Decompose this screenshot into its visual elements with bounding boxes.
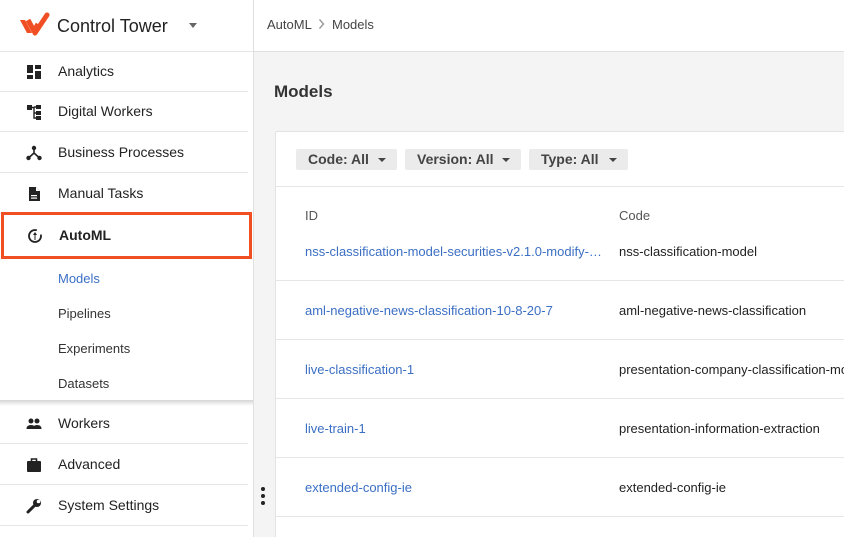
sidebar-item-business-processes[interactable]: Business Processes [0,133,248,173]
row-id-link[interactable]: live-classification-1 [305,362,605,377]
row-code: presentation-company-classification-mode… [619,362,844,377]
filter-type[interactable]: Type: All [529,149,628,170]
filter-version[interactable]: Version: All [405,149,521,170]
table-row[interactable]: aml-negative-news-classification-10-8-20… [276,281,844,340]
sidebar-subitem-experiments[interactable]: Experiments [58,341,130,356]
sidebar-item-label: System Settings [58,497,160,513]
row-code: aml-negative-news-classification [619,303,807,318]
more-vert-icon[interactable] [261,487,265,507]
sidebar-subitem-models[interactable]: Models [58,271,100,286]
sidebar-item-advanced[interactable]: Advanced [0,445,248,485]
row-code: presentation-information-extraction [619,421,820,436]
dashboard-icon [27,65,41,79]
row-id-link[interactable]: extended-config-ie [305,480,605,495]
sidebar-item-label: Business Processes [58,144,185,160]
sidebar-item-label: Digital Workers [58,103,153,119]
sidebar-item-label: Advanced [58,456,121,472]
sidebar: Control Tower Analytics Digital Workers … [0,0,254,537]
people-icon [26,418,42,429]
table-row[interactable]: extended-config-ie extended-config-ie [276,458,844,517]
sidebar-item-analytics[interactable]: Analytics [0,52,248,92]
sidebar-item-automl[interactable]: AutoML [1,212,252,259]
row-code: extended-config-ie [619,480,726,495]
row-id-link[interactable]: nss-classification-model-securities-v2.1… [305,244,605,259]
filter-version-label: Version: All [417,151,494,167]
brain-icon [28,229,42,243]
briefcase-icon [27,458,41,472]
filter-code[interactable]: Code: All [296,149,397,170]
wrench-icon [26,499,41,514]
sidebar-item-label: Manual Tasks [58,185,144,201]
column-header-code[interactable]: Code [619,208,650,223]
filter-type-label: Type: All [541,151,599,167]
sidebar-item-label: AutoML [59,227,112,243]
sidebar-item-label: Workers [58,415,110,431]
brand-switcher[interactable]: Control Tower [0,0,253,52]
sidebar-subitem-datasets[interactable]: Datasets [58,376,109,391]
breadcrumb-parent[interactable]: AutoML [267,17,312,32]
sidebar-subitem-pipelines[interactable]: Pipelines [58,306,111,321]
org-tree-icon [27,105,41,120]
breadcrumb-current: Models [332,17,374,32]
sidebar-item-label: Analytics [58,63,115,79]
caret-down-icon [378,158,386,162]
sidebar-item-manual-tasks[interactable]: Manual Tasks [0,174,248,214]
table-row[interactable]: live-classification-1 presentation-compa… [276,340,844,399]
control-tower-logo-icon [20,12,50,36]
process-graph-icon [26,145,42,161]
chevron-down-icon[interactable] [189,23,197,28]
caret-down-icon [609,158,617,162]
app-title: Control Tower [57,16,168,36]
sidebar-item-workers[interactable]: Workers [0,404,248,444]
models-card: Code: All Version: All Type: All ID Code… [275,131,844,537]
table-row[interactable]: live-train-1 presentation-information-ex… [276,399,844,458]
caret-down-icon [502,158,510,162]
filter-code-label: Code: All [308,151,369,167]
page-title: Models [274,82,333,101]
sidebar-item-system-settings[interactable]: System Settings [0,486,248,526]
document-icon [29,187,40,201]
row-id-link[interactable]: live-train-1 [305,421,605,436]
filter-bar: Code: All Version: All Type: All [276,132,844,187]
row-id-link[interactable]: aml-negative-news-classification-10-8-20… [305,303,605,318]
sidebar-item-digital-workers[interactable]: Digital Workers [0,92,248,132]
table-row[interactable]: nss-classification-model-securities-v2.1… [276,222,844,281]
row-code: nss-classification-model [619,244,757,259]
column-header-id[interactable]: ID [305,208,318,223]
chevron-right-icon [318,19,325,29]
